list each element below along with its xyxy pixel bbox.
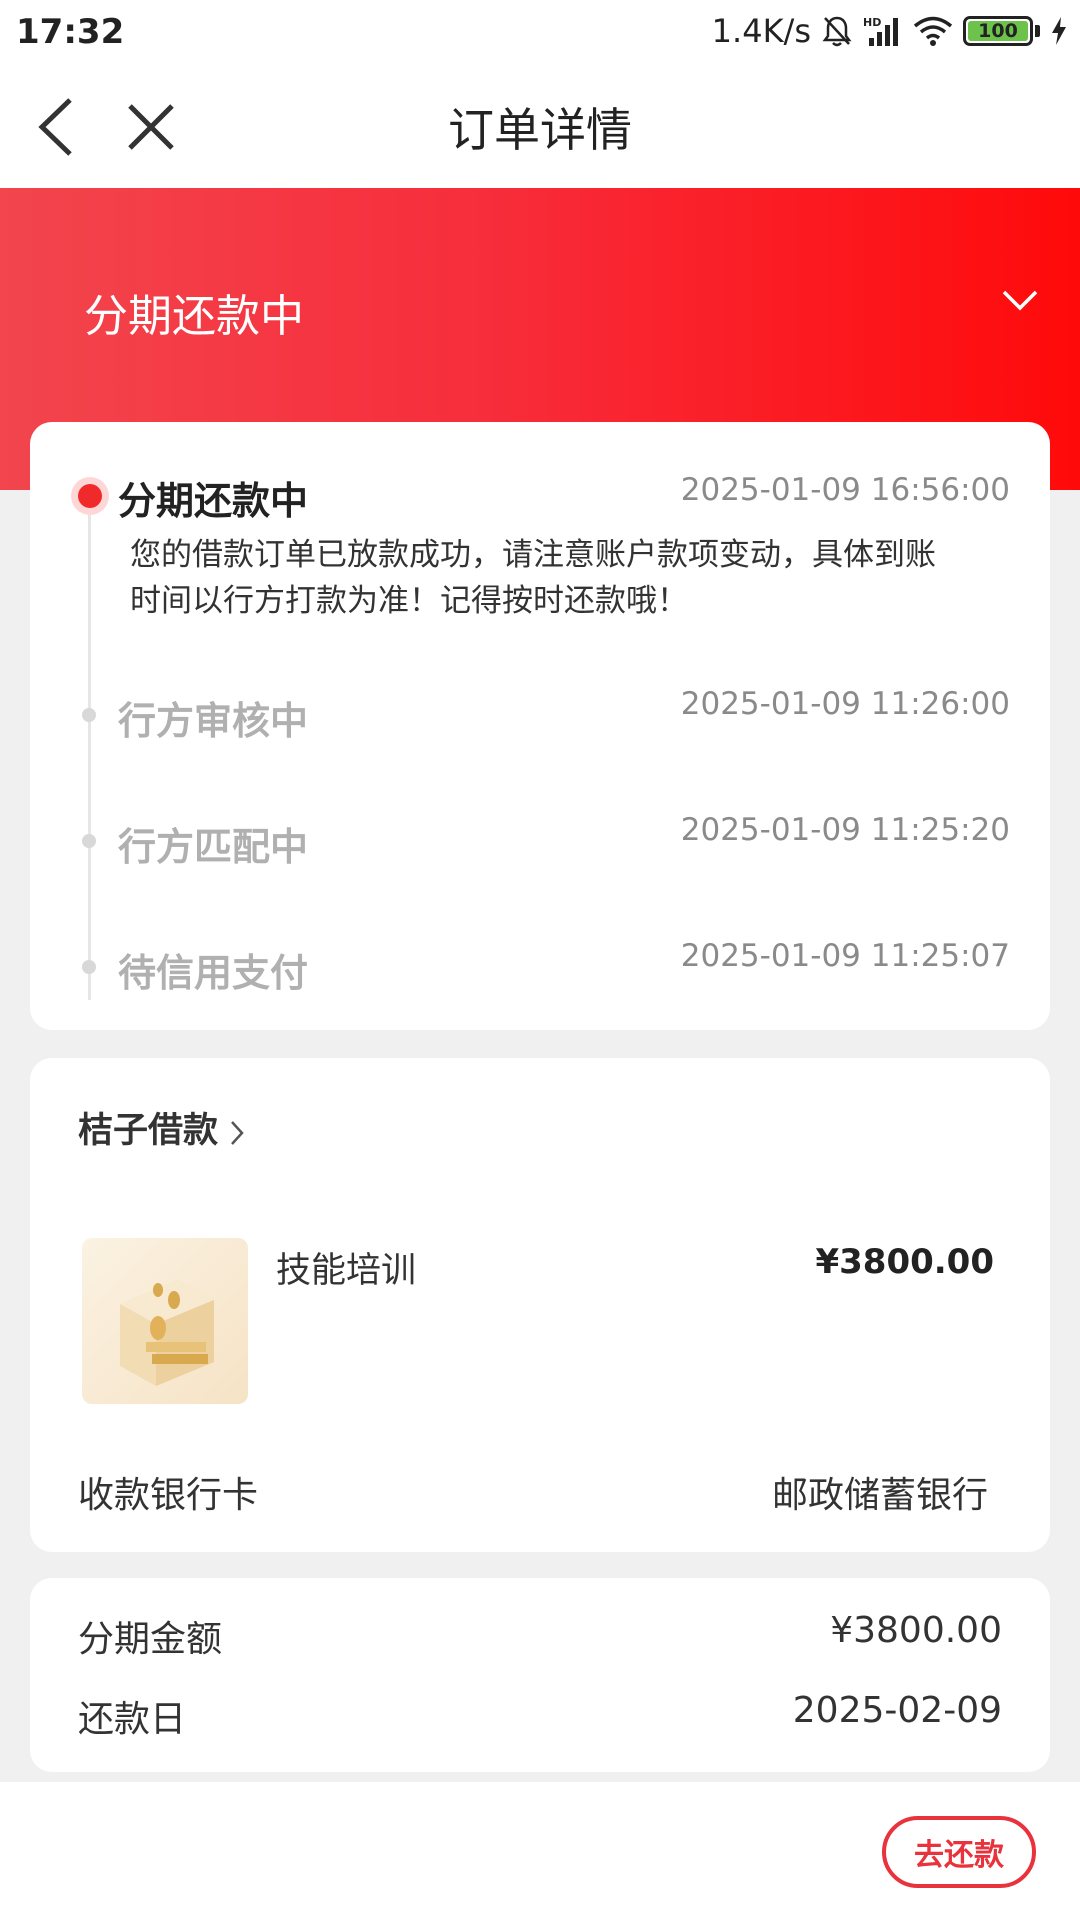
chevron-down-icon[interactable]	[1000, 288, 1040, 312]
timeline-time: 2025-01-09 11:25:07	[680, 938, 1010, 974]
charging-icon	[1050, 16, 1068, 46]
timeline-description: 您的借款订单已放款成功，请注意账户款项变动，具体到账 时间以行方打款为准！记得按…	[130, 532, 1030, 624]
bank-card-label: 收款银行卡	[78, 1475, 259, 1516]
timeline-dot	[82, 960, 96, 974]
timeline-dot	[82, 834, 96, 848]
installment-summary-card: 分期金额 ¥3800.00 还款日 2025-02-09	[30, 1578, 1050, 1772]
due-date-value: 2025-02-09	[792, 1690, 1002, 1731]
product-name: 技能培训	[276, 1251, 417, 1291]
due-date-label: 还款日	[78, 1699, 187, 1740]
bottom-action-bar: 去还款	[0, 1782, 1080, 1920]
installment-amount-row: 分期金额 ¥3800.00	[78, 1610, 1002, 1662]
timeline-dot	[82, 708, 96, 722]
timeline-desc-line: 时间以行方打款为准！记得按时还款哦！	[130, 583, 688, 619]
timeline-time: 2025-01-09 16:56:00	[680, 472, 1010, 508]
timeline-desc-line: 您的借款订单已放款成功，请注意账户款项变动，具体到账	[130, 537, 936, 573]
installment-amount-value: ¥3800.00	[830, 1610, 1002, 1651]
status-time: 17:32	[16, 12, 125, 52]
shop-link[interactable]: 桔子借款	[78, 1102, 244, 1153]
wifi-icon	[913, 15, 953, 47]
nav-bar: 订单详情	[0, 66, 1080, 188]
timeline-label: 待信用支付	[118, 951, 309, 995]
timeline-label: 行方匹配中	[118, 825, 309, 869]
product-thumbnail	[82, 1238, 248, 1404]
status-bar: 17:32 1.4K/s HD 100	[0, 0, 1080, 66]
status-icons: 1.4K/s HD 100	[712, 12, 1068, 50]
status-title: 分期还款中	[84, 291, 304, 342]
page-title: 订单详情	[448, 103, 632, 157]
due-date-row: 还款日 2025-02-09	[78, 1690, 1002, 1742]
timeline-label: 行方审核中	[118, 699, 309, 743]
order-timeline-card: 分期还款中 2025-01-09 16:56:00 您的借款订单已放款成功，请注…	[30, 422, 1050, 1030]
battery-level: 100	[968, 21, 1028, 41]
shop-name: 桔子借款	[78, 1111, 219, 1151]
hd-badge: HD	[863, 16, 881, 29]
timeline-label: 分期还款中	[118, 479, 309, 523]
signal-icon: HD	[863, 14, 903, 48]
timeline-line	[88, 486, 91, 1000]
repay-button[interactable]: 去还款	[882, 1816, 1036, 1888]
timeline-dot-active	[78, 484, 102, 508]
mute-bell-icon	[821, 14, 853, 48]
product-card: 桔子借款 技能培训 ¥3800.00 收款银行卡 邮政储蓄银行	[30, 1058, 1050, 1552]
product-price: ¥3800.00	[815, 1242, 994, 1282]
chevron-right-icon	[230, 1115, 244, 1145]
timeline-time: 2025-01-09 11:25:20	[680, 812, 1010, 848]
battery-icon: 100	[963, 16, 1040, 46]
timeline-time: 2025-01-09 11:26:00	[680, 686, 1010, 722]
installment-amount-label: 分期金额	[78, 1619, 223, 1660]
net-speed: 1.4K/s	[711, 12, 811, 50]
bank-card-value: 邮政储蓄银行	[771, 1475, 988, 1516]
